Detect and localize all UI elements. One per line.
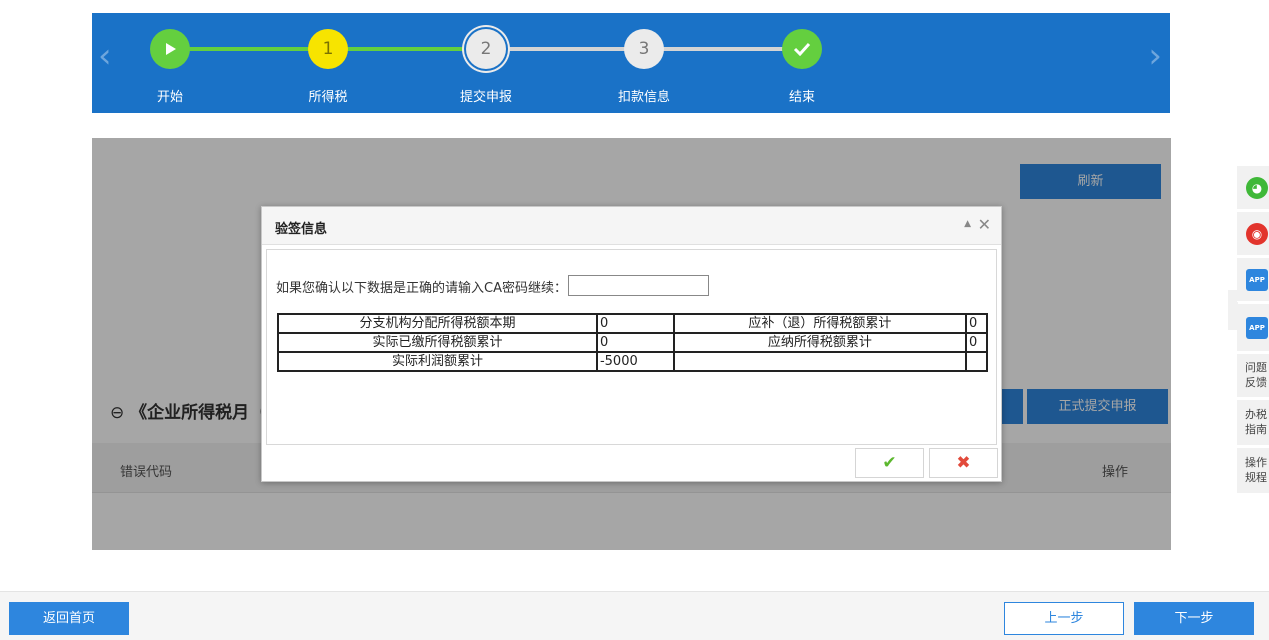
step-label: 结束	[788, 90, 815, 105]
sidebar-item-label: 操作 规程	[1245, 456, 1267, 484]
sidebar-item-weibo[interactable]: ◉	[1237, 212, 1269, 256]
confirm-button[interactable]: ✔	[855, 448, 924, 478]
step-submit-circle: 2	[466, 29, 506, 69]
next-step-button[interactable]: 下一步	[1134, 602, 1254, 635]
close-icon[interactable]: ✕	[978, 215, 991, 234]
app-icon: APP	[1246, 317, 1268, 339]
collapse-icon[interactable]: ▲	[964, 219, 971, 229]
progress-line-complete	[328, 47, 486, 51]
table-cell-label: 实际已缴所得税额累计	[277, 332, 598, 353]
step-start-circle	[150, 29, 190, 69]
table-cell-value: 0	[965, 313, 988, 334]
dialog-body: 如果您确认以下数据是正确的请输入CA密码继续： 分支机构分配所得税额本期 0 应…	[266, 249, 997, 445]
table-cell-value: 0	[595, 332, 675, 353]
table-cell-value: -5000	[595, 351, 675, 372]
chevron-left-icon[interactable]: ‹	[98, 39, 112, 73]
play-icon	[166, 43, 176, 55]
table-cell-label: 应纳所得税额累计	[672, 332, 968, 353]
step-end-circle	[782, 29, 822, 69]
cross-icon: ✖	[956, 453, 971, 473]
step-label: 所得税	[308, 90, 348, 105]
progress-line-complete	[170, 47, 328, 51]
checkmark-icon	[793, 42, 811, 57]
declaration-summary-table: 分支机构分配所得税额本期 0 应补（退）所得税额累计 0 实际已缴所得税额累计 …	[277, 313, 988, 372]
bottom-action-bar: 返回首页 上一步 下一步	[0, 591, 1269, 640]
table-cell-label	[672, 351, 968, 372]
sidebar-item-procedures[interactable]: 操作 规程	[1237, 448, 1269, 494]
table-cell-value: 0	[595, 313, 675, 334]
sidebar-item-label: 问题 反馈	[1245, 361, 1267, 389]
wechat-icon: ◕	[1246, 177, 1268, 199]
dialog-title: 验签信息	[275, 222, 328, 237]
previous-step-button[interactable]: 上一步	[1004, 602, 1124, 635]
app-icon: APP	[1246, 269, 1268, 291]
return-home-button[interactable]: 返回首页	[9, 602, 129, 635]
table-cell-label: 应补（退）所得税额累计	[672, 313, 968, 334]
cancel-button[interactable]: ✖	[929, 448, 998, 478]
ca-password-prompt: 如果您确认以下数据是正确的请输入CA密码继续：	[276, 281, 567, 296]
sidebar-item-guide[interactable]: 办税 指南	[1237, 400, 1269, 446]
sidebar-item-feedback[interactable]: 问题 反馈	[1237, 354, 1269, 398]
dialog-header: 验签信息 ▲ ✕	[262, 207, 1001, 245]
table-cell-value	[965, 351, 988, 372]
weibo-icon: ◉	[1246, 223, 1268, 245]
sidebar-item-app[interactable]: APP	[1237, 258, 1269, 302]
table-row: 实际已缴所得税额累计 0 应纳所得税额累计 0	[277, 332, 988, 353]
step-label: 开始	[156, 90, 183, 105]
step-income-tax-circle: 1	[308, 29, 348, 69]
step-label: 扣款信息	[617, 90, 670, 105]
table-row: 实际利润额累计 -5000	[277, 351, 988, 372]
progress-stepbar: ‹ › 开始 1 所得税 2 提交申报 3 扣款信息 结束	[92, 13, 1170, 113]
step-payment-circle: 3	[624, 29, 664, 69]
signature-verification-dialog: 验签信息 ▲ ✕ 如果您确认以下数据是正确的请输入CA密码继续： 分支机构分配所…	[261, 206, 1002, 482]
chevron-right-icon[interactable]: ›	[1148, 39, 1162, 73]
step-label: 提交申报	[459, 90, 512, 105]
table-cell-label: 实际利润额累计	[277, 351, 598, 372]
ca-password-input[interactable]	[568, 275, 709, 296]
table-cell-label: 分支机构分配所得税额本期	[277, 313, 598, 334]
sidebar-item-app[interactable]: APP	[1237, 304, 1269, 352]
table-cell-value: 0	[965, 332, 988, 353]
checkmark-icon: ✔	[882, 453, 897, 473]
sidebar-item-label: 办税 指南	[1245, 408, 1267, 436]
sidebar-item-wechat[interactable]: ◕	[1237, 166, 1269, 210]
table-row: 分支机构分配所得税额本期 0 应补（退）所得税额累计 0	[277, 313, 988, 334]
